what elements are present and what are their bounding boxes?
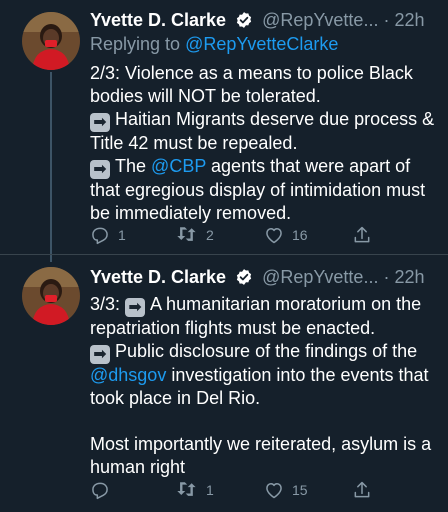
text-fragment: investigation into the events that — [171, 365, 429, 385]
timestamp[interactable]: 22h — [394, 267, 424, 287]
replying-to: Replying to @RepYvetteClarke — [90, 32, 338, 56]
text-line: 3/3: ➡ A humanitarian moratorium on the — [90, 293, 434, 317]
text-fragment: 3/3: — [90, 294, 121, 314]
text-fragment: Haitian Migrants deserve due process & — [115, 109, 435, 129]
text-line: bodies will NOT be tolerated. — [90, 86, 321, 106]
separator-dot: · — [383, 267, 390, 287]
tweet-text: 2/3: Violence as a means to police Black… — [90, 62, 434, 225]
mention-link[interactable]: @dhsgov — [90, 365, 166, 385]
text-fragment: agents that were apart of — [211, 156, 411, 176]
right-arrow-emoji-icon: ➡ — [90, 345, 110, 364]
tweet-header: Yvette D. Clarke @RepYvette... · 22h — [90, 265, 438, 289]
author-handle[interactable]: @RepYvette... — [262, 267, 378, 287]
text-line: Most importantly we reiterated, asylum i… — [90, 434, 432, 454]
like-button[interactable]: 15 — [264, 479, 308, 501]
mention-link[interactable]: @CBP — [151, 156, 206, 176]
retweet-count: 2 — [206, 227, 214, 243]
share-button[interactable] — [352, 479, 372, 501]
like-count: 16 — [292, 227, 308, 243]
right-arrow-emoji-icon: ➡ — [125, 298, 146, 317]
reply-icon — [92, 482, 108, 500]
text-line: ➡ Haitian Migrants deserve due process & — [90, 108, 434, 132]
tweet-actions: 1 2 16 — [90, 224, 380, 246]
text-fragment: The — [115, 156, 147, 176]
retweet-button[interactable]: 1 — [176, 479, 214, 501]
reply-button[interactable]: 1 — [90, 224, 126, 246]
text-line: ➡ Public disclosure of the findings of th… — [90, 340, 434, 364]
retweet-button[interactable]: 2 — [176, 224, 214, 246]
text-line: ➡ The @CBP agents that were apart of — [90, 155, 434, 179]
replying-to-label: Replying to — [90, 34, 181, 54]
avatar[interactable] — [22, 267, 80, 325]
text-line: @dhsgov investigation into the events th… — [90, 364, 434, 387]
text-line: repatriation flights must be enacted. — [90, 318, 376, 338]
retweet-icon — [177, 227, 196, 241]
text-line: that egregious display of intimidation m… — [90, 180, 426, 200]
text-fragment: Public disclosure of the findings of the — [115, 341, 418, 361]
text-line: Title 42 must be repealed. — [90, 133, 298, 153]
tweet-header: Yvette D. Clarke @RepYvette... · 22h — [90, 8, 438, 32]
text-line: 2/3: Violence as a means to police Black — [90, 63, 413, 83]
text-line: be immediately removed. — [90, 203, 292, 223]
avatar[interactable] — [22, 12, 80, 70]
replying-to-handle-link[interactable]: @RepYvetteClarke — [185, 34, 338, 54]
heart-icon — [266, 483, 282, 499]
tweet-actions: 1 15 — [90, 479, 380, 501]
timestamp[interactable]: 22h — [394, 10, 424, 30]
right-arrow-emoji-icon: ➡ — [90, 160, 110, 179]
reply-icon — [92, 227, 108, 245]
reply-button[interactable] — [90, 479, 118, 501]
like-button[interactable]: 16 — [264, 224, 308, 246]
heart-icon — [266, 228, 282, 244]
tweet-2-of-3[interactable]: Yvette D. Clarke @RepYvette... · 22h Rep… — [0, 0, 448, 262]
like-count: 15 — [292, 482, 308, 498]
tweet-text: 3/3: ➡ A humanitarian moratorium on the r… — [90, 293, 434, 479]
separator-dot: · — [383, 10, 390, 30]
thread-connector-line — [50, 72, 52, 262]
right-arrow-emoji-icon: ➡ — [90, 113, 110, 132]
author-name[interactable]: Yvette D. Clarke — [90, 10, 226, 30]
retweet-icon — [177, 482, 196, 496]
retweet-count: 1 — [206, 482, 214, 498]
text-fragment: A humanitarian moratorium on the — [150, 294, 422, 314]
tweet-3-of-3[interactable]: Yvette D. Clarke @RepYvette... · 22h 3/3… — [0, 255, 448, 512]
text-line: human right — [90, 457, 186, 477]
share-button[interactable] — [352, 224, 372, 246]
share-icon — [354, 481, 370, 498]
author-handle[interactable]: @RepYvette... — [262, 10, 378, 30]
author-name[interactable]: Yvette D. Clarke — [90, 267, 226, 287]
share-icon — [354, 226, 370, 243]
reply-count: 1 — [118, 227, 126, 243]
text-line: took place in Del Rio. — [90, 388, 261, 408]
verified-badge-icon — [235, 268, 253, 292]
